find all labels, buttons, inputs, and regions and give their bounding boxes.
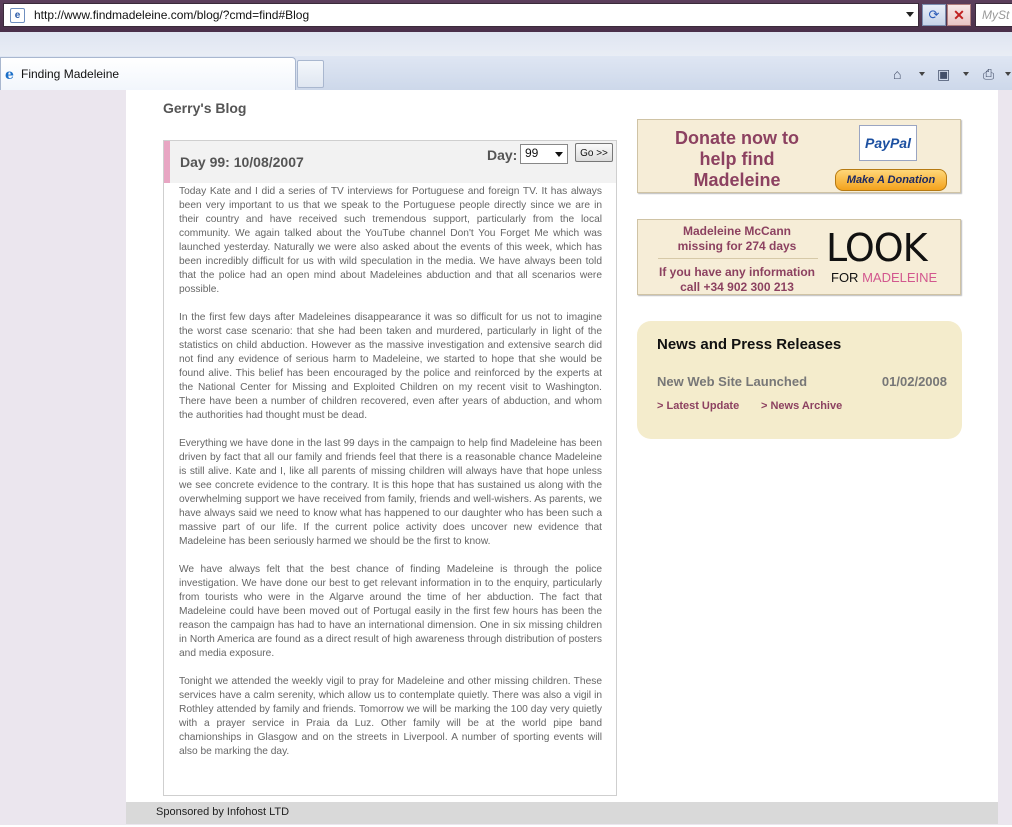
chevron-down-icon[interactable] (906, 12, 914, 17)
donate-line: help find (699, 149, 775, 169)
url-text: http://www.findmadeleine.com/blog/?cmd=f… (34, 8, 310, 22)
post-paragraph: Everything we have done in the last 99 d… (179, 438, 602, 547)
paypal-logo: PayPal (859, 125, 917, 161)
stop-button[interactable]: ✕ (947, 4, 971, 26)
day-label: Day: (487, 147, 518, 163)
post-paragraph: We have always felt that the best chance… (179, 564, 602, 659)
chevron-down-icon (555, 152, 563, 157)
look-for-madeleine-banner[interactable]: Madeleine McCann missing for 274 days If… (637, 219, 961, 295)
blog-post: Day 99: 10/08/2007 Day: 99 Go >> Today K… (163, 140, 617, 796)
refresh-icon: ⟳ (928, 7, 940, 22)
missing-line: missing for 274 days (677, 239, 797, 253)
home-icon[interactable]: ⌂ (893, 66, 901, 82)
blog-title: Gerry's Blog (163, 100, 247, 116)
post-header: Day 99: 10/08/2007 Day: 99 Go >> (164, 141, 616, 183)
news-item-date: 01/02/2008 (881, 374, 947, 389)
page-viewport: Gerry's Blog Day 99: 10/08/2007 Day: 99 … (0, 90, 1012, 827)
new-tab-button[interactable] (297, 60, 324, 88)
print-dropdown-icon[interactable] (1005, 72, 1011, 76)
url-field[interactable]: e http://www.findmadeleine.com/blog/?cmd… (3, 3, 919, 27)
look-logo: LOOK (826, 226, 928, 270)
donate-line: Madeleine (693, 170, 781, 190)
tab-title: Finding Madeleine (21, 67, 120, 81)
home-dropdown-icon[interactable] (919, 72, 925, 76)
search-field[interactable]: MySt (975, 3, 1012, 27)
post-paragraph: In the first few days after Madeleines d… (179, 312, 602, 421)
post-paragraph: Today Kate and I did a series of TV inte… (179, 186, 602, 295)
contact-line: If you have any information (658, 265, 816, 279)
look-sub-name: MADELEINE (862, 270, 938, 285)
donate-line: Donate now to (675, 128, 799, 148)
look-sub-for: FOR (831, 270, 863, 285)
paypal-logo-text: PayPal (865, 135, 911, 151)
day-select-value: 99 (525, 146, 539, 160)
contact-line: call +34 902 300 213 (680, 280, 794, 294)
news-item-title[interactable]: New Web Site Launched (657, 374, 807, 389)
print-icon[interactable]: ⎙ (983, 66, 994, 83)
refresh-button[interactable]: ⟳ (922, 4, 946, 26)
post-paragraph: Tonight we attended the weekly vigil to … (179, 676, 602, 757)
links-bar (0, 32, 1012, 56)
divider (658, 258, 818, 259)
missing-notice: Madeleine McCann missing for 274 days (652, 224, 822, 254)
footer: Sponsored by Infohost LTD (126, 802, 998, 824)
page-icon: e (10, 8, 25, 23)
donate-banner[interactable]: Donate now to help find Madeleine PayPal… (637, 119, 961, 193)
look-logo-subtitle: FOR MADELEINE (831, 270, 937, 285)
make-donation-button[interactable]: Make A Donation (835, 169, 947, 191)
page-content: Gerry's Blog Day 99: 10/08/2007 Day: 99 … (126, 90, 998, 802)
accent-strip (164, 141, 170, 183)
go-button[interactable]: Go >> (575, 143, 613, 162)
feed-dropdown-icon[interactable] (963, 72, 969, 76)
ie-icon: e (5, 67, 14, 83)
rss-feed-icon[interactable]: ▣ (937, 66, 950, 83)
address-bar: e http://www.findmadeleine.com/blog/?cmd… (0, 0, 1012, 32)
donate-text: Donate now to help find Madeleine (652, 128, 822, 191)
tab-finding-madeleine[interactable]: e Finding Madeleine (0, 57, 296, 90)
news-heading: News and Press Releases (657, 336, 842, 353)
stop-icon: ✕ (953, 7, 965, 23)
news-panel: News and Press Releases New Web Site Lau… (637, 321, 962, 439)
latest-update-link[interactable]: > Latest Update (657, 400, 739, 412)
post-title: Day 99: 10/08/2007 (180, 154, 304, 170)
footer-text: Sponsored by Infohost LTD (156, 806, 290, 818)
day-select[interactable]: 99 (520, 144, 568, 164)
news-archive-link[interactable]: > News Archive (761, 400, 842, 412)
tab-bar: e Finding Madeleine ⌂ ▣ ⎙ (0, 56, 1012, 91)
post-body: Today Kate and I did a series of TV inte… (179, 185, 602, 773)
contact-notice: If you have any information call +34 902… (652, 265, 822, 295)
search-placeholder: MySt (982, 8, 1010, 22)
missing-line: Madeleine McCann (682, 224, 792, 238)
